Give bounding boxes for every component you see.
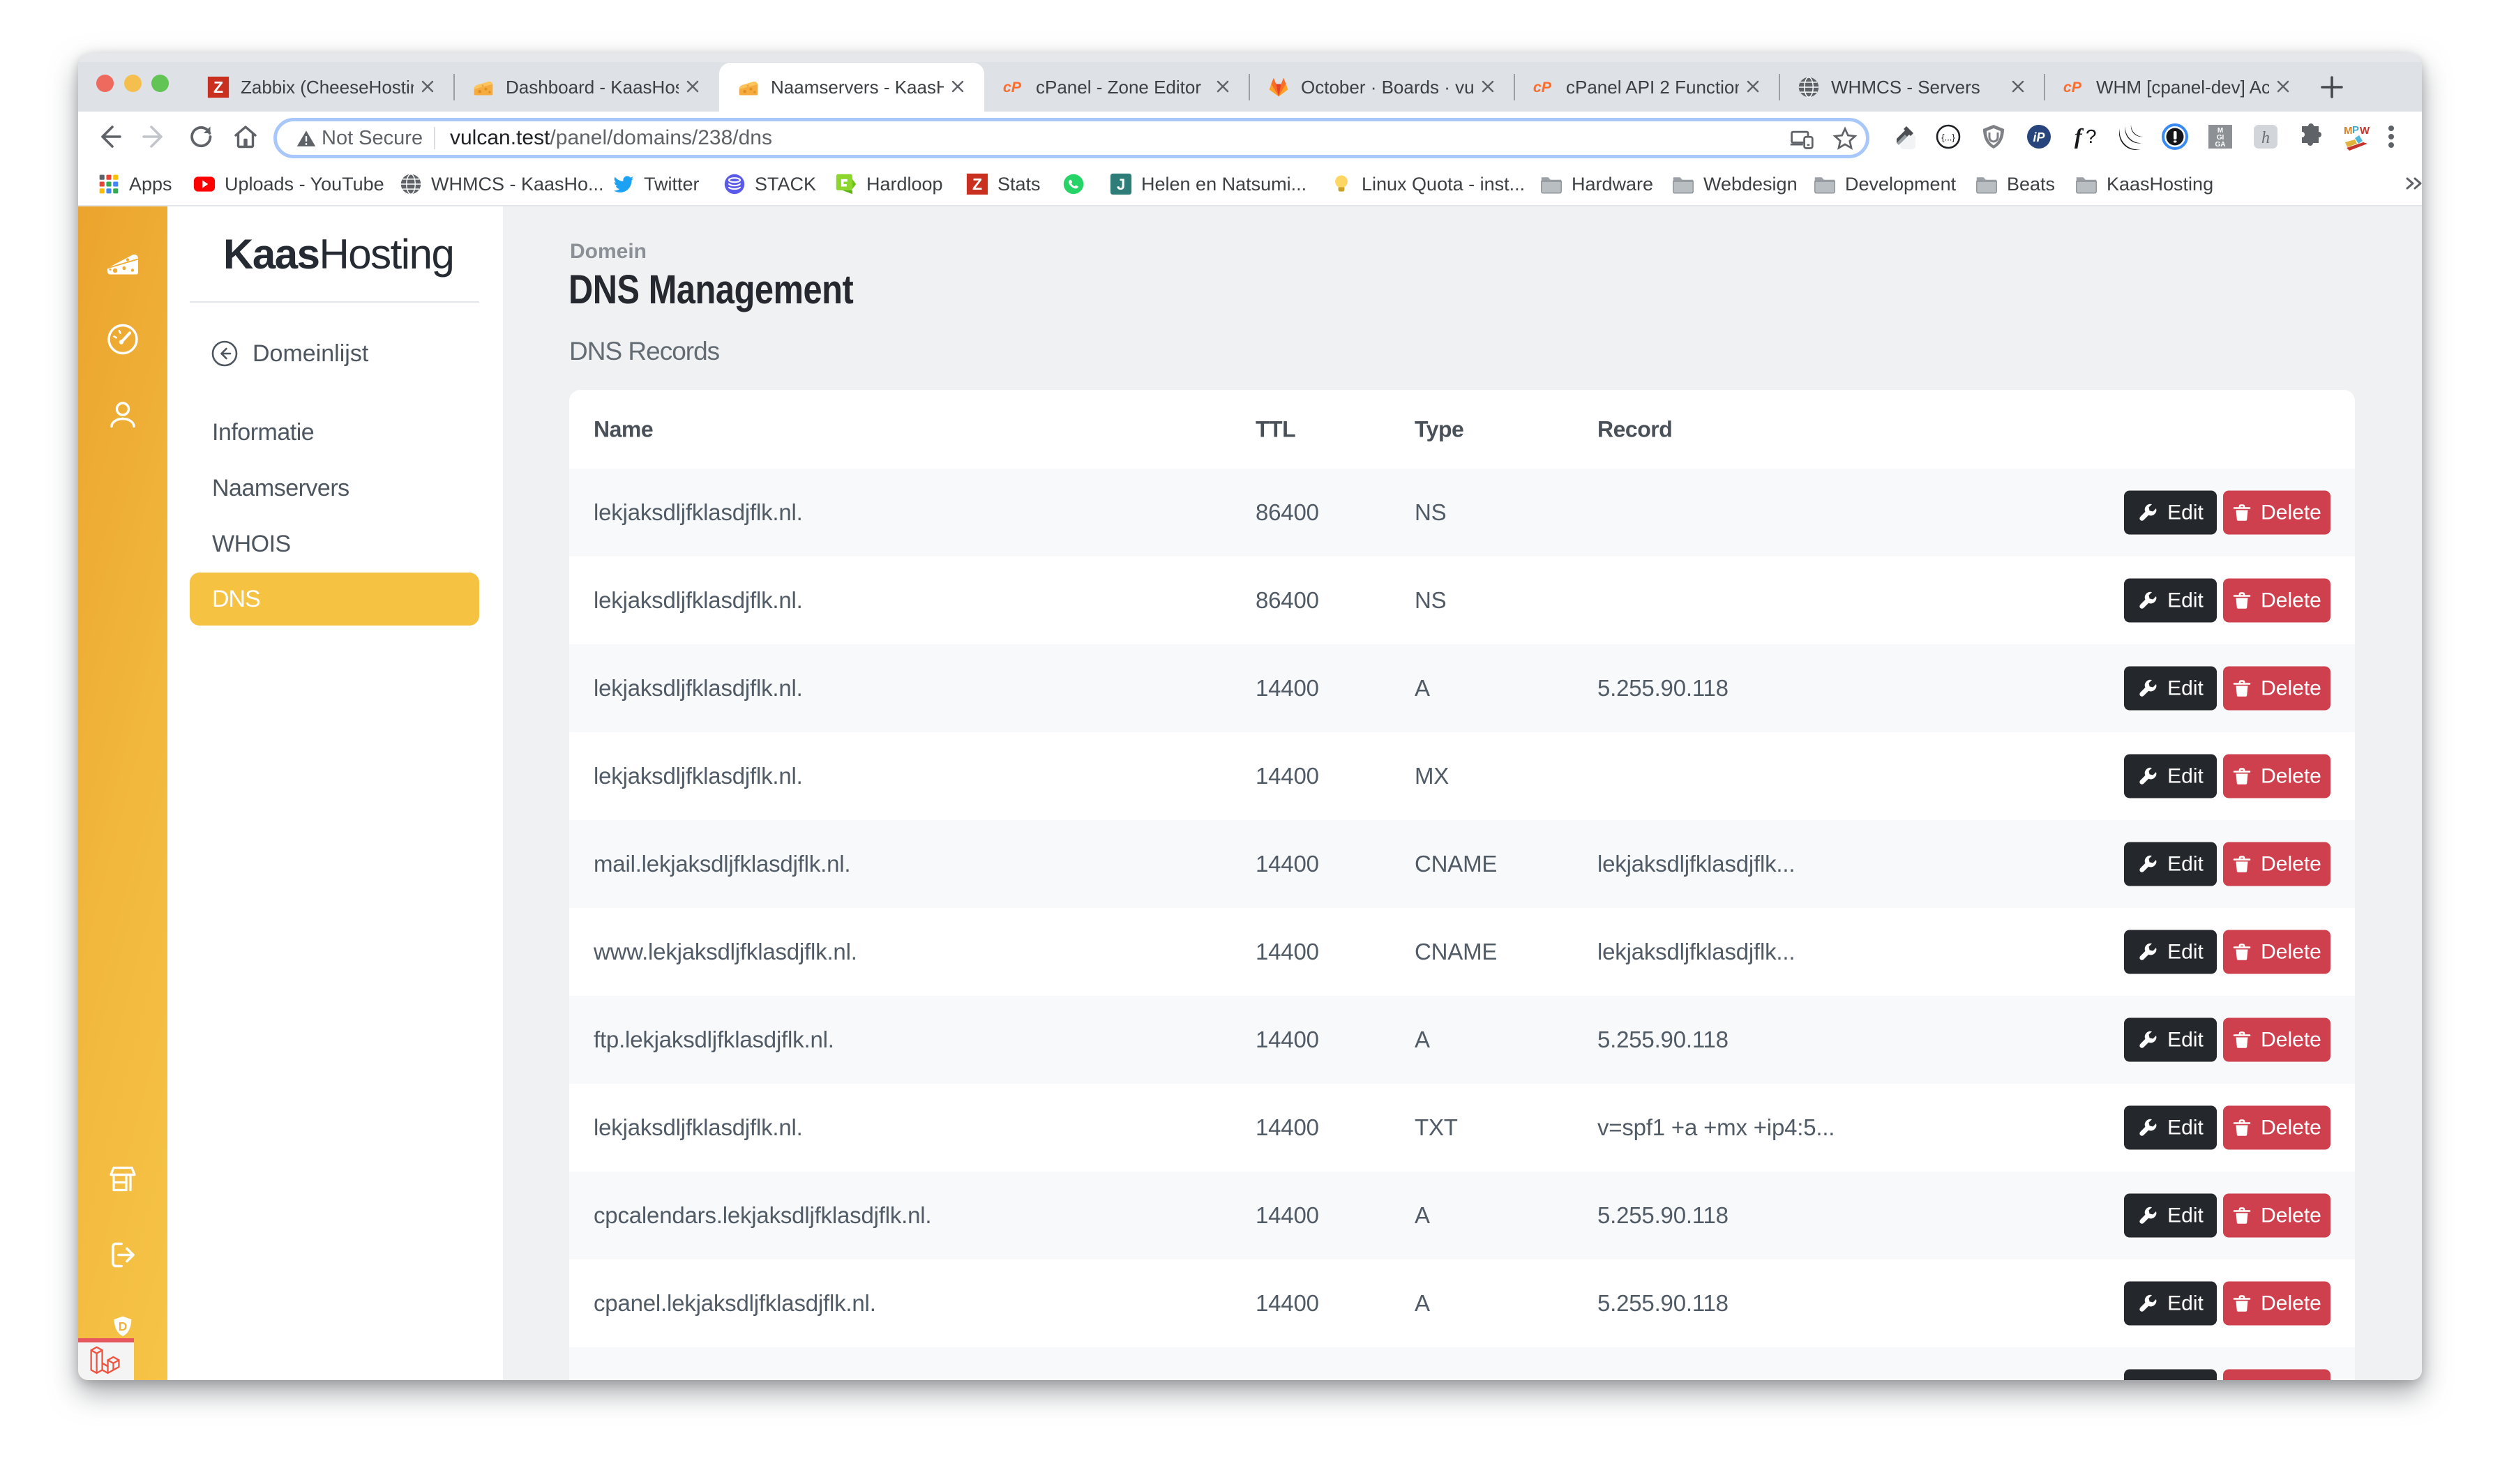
svg-text:h: h: [2261, 129, 2270, 147]
svg-text:P: P: [2352, 124, 2359, 136]
svg-text:J: J: [1117, 176, 1125, 193]
svg-text:W: W: [2360, 125, 2370, 137]
svg-text:M: M: [2344, 125, 2353, 137]
svg-text:cP: cP: [1003, 79, 1022, 96]
svg-text:cP: cP: [2063, 79, 2082, 96]
svg-text:?: ?: [2086, 126, 2097, 147]
svg-text:GA: GA: [2215, 141, 2226, 149]
svg-text:f: f: [2074, 123, 2084, 149]
svg-text:D: D: [119, 1319, 128, 1333]
svg-text:Z: Z: [213, 78, 223, 96]
svg-text:cP: cP: [1533, 79, 1552, 96]
svg-text:Z: Z: [972, 175, 982, 193]
svg-text:{...}: {...}: [1941, 132, 1955, 143]
svg-text:iP: iP: [2033, 130, 2045, 144]
